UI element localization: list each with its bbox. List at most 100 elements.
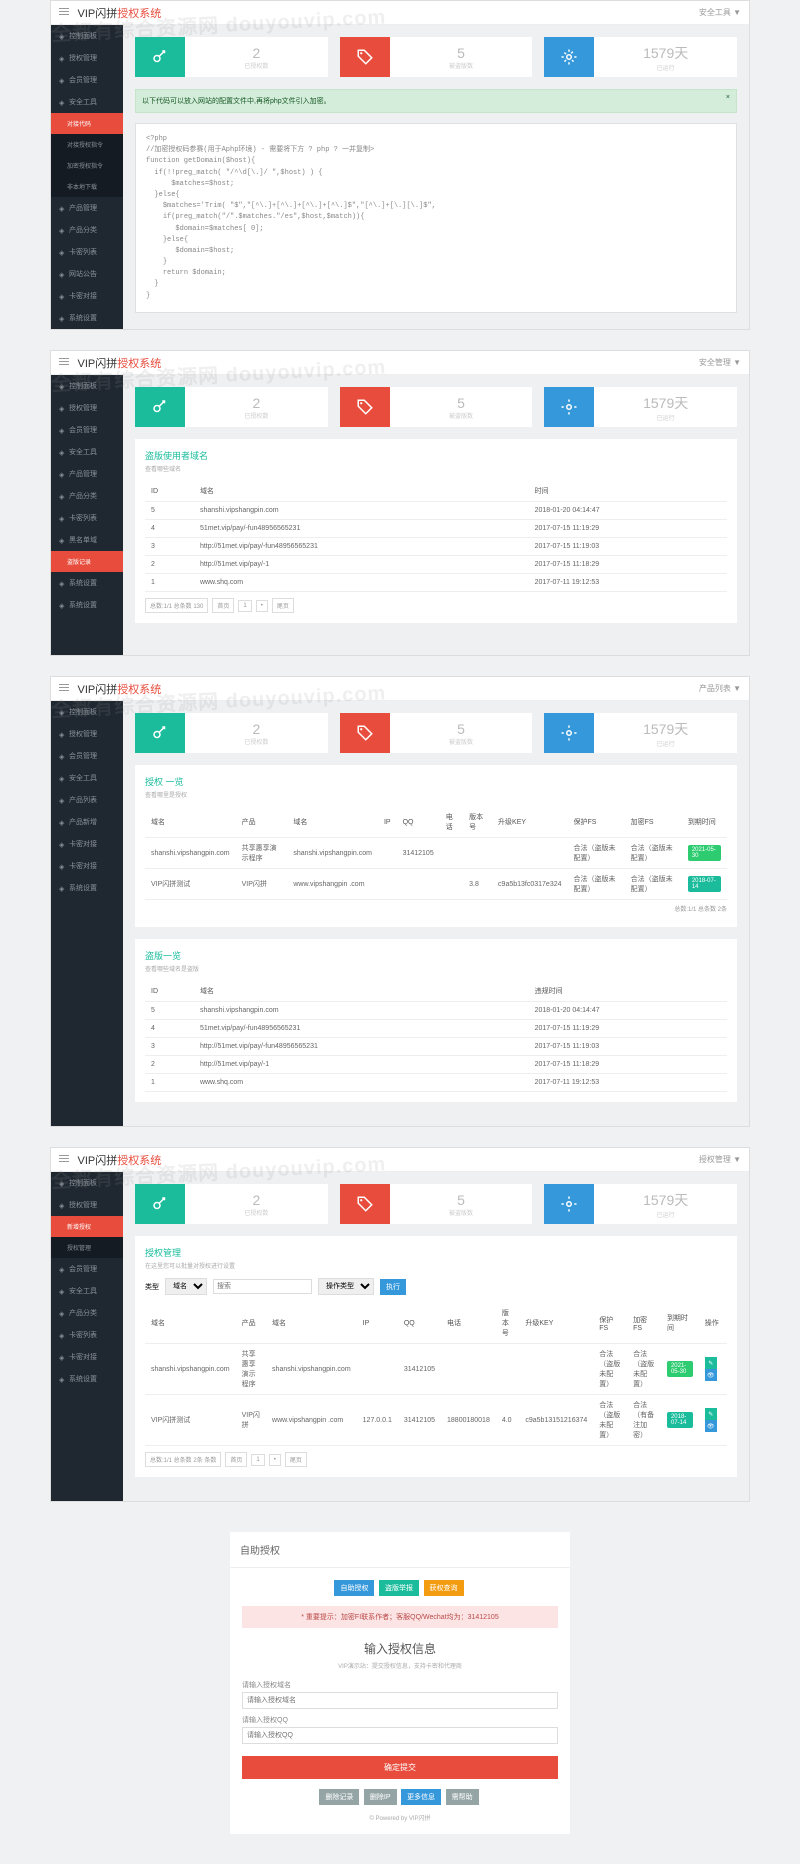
auth-manage-table: 域名产品域名IPQQ电话版本号升级KEY保护FS加密FS到期时间操作shansh… xyxy=(145,1303,727,1446)
submit-button[interactable]: 确定提交 xyxy=(242,1756,558,1779)
nav-new-auth[interactable]: 新增授权 xyxy=(51,1216,123,1237)
sidebar: ◈控制面板 ◈授权管理 ◈会员管理 ◈安全工具 ◈产品列表 ◈产品新增 ◈卡密对… xyxy=(51,701,123,1126)
header-menu[interactable]: 产品列表 ▼ xyxy=(699,683,741,694)
nav-item[interactable]: ◈安全工具 xyxy=(51,1280,123,1302)
card-auth: 2已授权数 xyxy=(135,37,328,77)
tag-icon xyxy=(340,713,390,753)
nav-item[interactable]: ◈产品管理 xyxy=(51,463,123,485)
gear-icon xyxy=(544,713,594,753)
nav-item[interactable]: ◈安全工具 xyxy=(51,767,123,789)
domain-input[interactable] xyxy=(242,1692,558,1709)
nav-item[interactable]: ◈产品列表 xyxy=(51,789,123,811)
query-button[interactable]: 获权查询 xyxy=(424,1580,464,1596)
nav-item[interactable]: ◈授权管理 xyxy=(51,723,123,745)
qq-label: 请输入授权QQ xyxy=(242,1715,558,1725)
nav-item[interactable]: ◈授权管理 xyxy=(51,1194,123,1216)
foot-btn-3[interactable]: 更多信息 xyxy=(401,1789,441,1805)
form-head: 自助授权 xyxy=(230,1532,570,1568)
filter-bar: 类型 域名 操作类型 执行 xyxy=(145,1278,727,1295)
qq-input[interactable] xyxy=(242,1727,558,1744)
report-button[interactable]: 盗版举报 xyxy=(379,1580,419,1596)
go-button[interactable]: 执行 xyxy=(380,1279,406,1295)
header: VIP闪拼授权系统 安全工具 ▼ xyxy=(51,1,749,25)
menu-icon[interactable] xyxy=(59,6,69,17)
view-icon[interactable]: 👁 xyxy=(705,1369,717,1381)
footer: © Powered by VIP闪拼 xyxy=(242,1813,558,1822)
nav-item[interactable]: ◈控制面板 xyxy=(51,701,123,723)
key-icon xyxy=(135,387,185,427)
menu-icon[interactable] xyxy=(59,1153,69,1164)
nav-encrypt-cmd[interactable]: 加密授权指令 xyxy=(51,155,123,176)
menu-icon[interactable] xyxy=(59,682,69,693)
pager-page[interactable]: 1 xyxy=(238,600,251,612)
self-auth-button[interactable]: 自助授权 xyxy=(334,1580,374,1596)
nav-item[interactable]: ◈控制面板 xyxy=(51,1172,123,1194)
nav-product[interactable]: ◈产品管理 xyxy=(51,197,123,219)
tag-icon xyxy=(340,37,390,77)
section-sub: 查看哪些域名 xyxy=(145,464,727,473)
nav-item[interactable]: ◈安全工具 xyxy=(51,441,123,463)
nav-member[interactable]: ◈会员管理 xyxy=(51,69,123,91)
tag-icon xyxy=(340,1184,390,1224)
tag-icon xyxy=(340,387,390,427)
nav-item[interactable]: ◈系统设置 xyxy=(51,877,123,899)
nav-item[interactable]: ◈卡密列表 xyxy=(51,507,123,529)
nav-item[interactable]: ◈系统设置 xyxy=(51,1368,123,1390)
nav-security[interactable]: ◈安全工具 xyxy=(51,91,123,113)
nav-item[interactable]: ◈卡密对接 xyxy=(51,1346,123,1368)
foot-btn-2[interactable]: 删除IP xyxy=(364,1789,397,1805)
header: VIP闪拼授权系统 安全管理 ▼ xyxy=(51,351,749,375)
nav-cards[interactable]: ◈卡密列表 xyxy=(51,241,123,263)
close-icon[interactable]: × xyxy=(726,94,730,101)
nav-dashboard[interactable]: ◈控制面板 xyxy=(51,25,123,47)
alert-success: 以下代码可以放入网站的配置文件中,再将php文件引入加密。× xyxy=(135,89,737,113)
search-input[interactable] xyxy=(213,1279,312,1294)
nav-item[interactable]: ◈会员管理 xyxy=(51,1258,123,1280)
nav-notice[interactable]: ◈网站公告 xyxy=(51,263,123,285)
pager: 总数:1/1 总条数 2条 xyxy=(145,900,727,917)
nav-item[interactable]: ◈卡密对接 xyxy=(51,855,123,877)
header-menu[interactable]: 授权管理 ▼ xyxy=(699,1154,741,1165)
view-icon[interactable]: 👁 xyxy=(705,1420,717,1432)
nav-item[interactable]: ◈控制面板 xyxy=(51,375,123,397)
key-icon xyxy=(135,1184,185,1224)
form-sub: VIP演示站：提交授权信息，支持卡密和代理商 xyxy=(242,1661,558,1670)
pager-next[interactable]: • xyxy=(256,600,268,612)
header-menu[interactable]: 安全工具 ▼ xyxy=(699,7,741,18)
nav-category[interactable]: ◈产品分类 xyxy=(51,219,123,241)
nav-item[interactable]: ◈授权管理 xyxy=(51,397,123,419)
nav-auth-manage[interactable]: 授权管理 xyxy=(51,1237,123,1258)
form-warning: * 重要提示：加密FI联系作者；客服QQ/Wechat均为：31412105 xyxy=(242,1606,558,1628)
sidebar: ◈控制面板 ◈授权管理 ◈会员管理 ◈安全工具 ◈产品管理 ◈产品分类 ◈卡密列… xyxy=(51,375,123,655)
nav-pirate-log[interactable]: 盗版记录 xyxy=(51,551,123,572)
nav-dock[interactable]: ◈卡密对接 xyxy=(51,285,123,307)
nav-item[interactable]: ◈产品分类 xyxy=(51,1302,123,1324)
nav-download[interactable]: 非本地下载 xyxy=(51,176,123,197)
pager-prev[interactable]: 首页 xyxy=(212,598,234,613)
header-menu[interactable]: 安全管理 ▼ xyxy=(699,357,741,368)
nav-item[interactable]: ◈卡密对接 xyxy=(51,833,123,855)
nav-settings[interactable]: ◈系统设置 xyxy=(51,307,123,329)
edit-icon[interactable]: ✎ xyxy=(705,1357,717,1369)
menu-icon[interactable] xyxy=(59,356,69,367)
nav-item[interactable]: ◈会员管理 xyxy=(51,745,123,767)
foot-btn-4[interactable]: 需帮助 xyxy=(446,1789,479,1805)
nav-item[interactable]: ◈系统设置 xyxy=(51,572,123,594)
nav-item[interactable]: ◈卡密列表 xyxy=(51,1324,123,1346)
key-icon xyxy=(135,713,185,753)
nav-auth-cmd[interactable]: 对接授权指令 xyxy=(51,134,123,155)
nav-blacklist[interactable]: ◈黑名单域 xyxy=(51,529,123,551)
section-title: 授权 一览 xyxy=(145,775,727,788)
nav-item[interactable]: ◈系统设置 xyxy=(51,594,123,616)
edit-icon[interactable]: ✎ xyxy=(705,1408,717,1420)
foot-btn-1[interactable]: 删除记录 xyxy=(319,1789,359,1805)
nav-code[interactable]: 对接代码 xyxy=(51,113,123,134)
type-select[interactable]: 域名 xyxy=(165,1278,207,1295)
nav-item[interactable]: ◈产品新增 xyxy=(51,811,123,833)
domain-label: 请输入授权域名 xyxy=(242,1680,558,1690)
section-title: 盗版一览 xyxy=(145,949,727,962)
action-select[interactable]: 操作类型 xyxy=(318,1278,374,1295)
nav-item[interactable]: ◈产品分类 xyxy=(51,485,123,507)
nav-auth[interactable]: ◈授权管理 xyxy=(51,47,123,69)
nav-item[interactable]: ◈会员管理 xyxy=(51,419,123,441)
